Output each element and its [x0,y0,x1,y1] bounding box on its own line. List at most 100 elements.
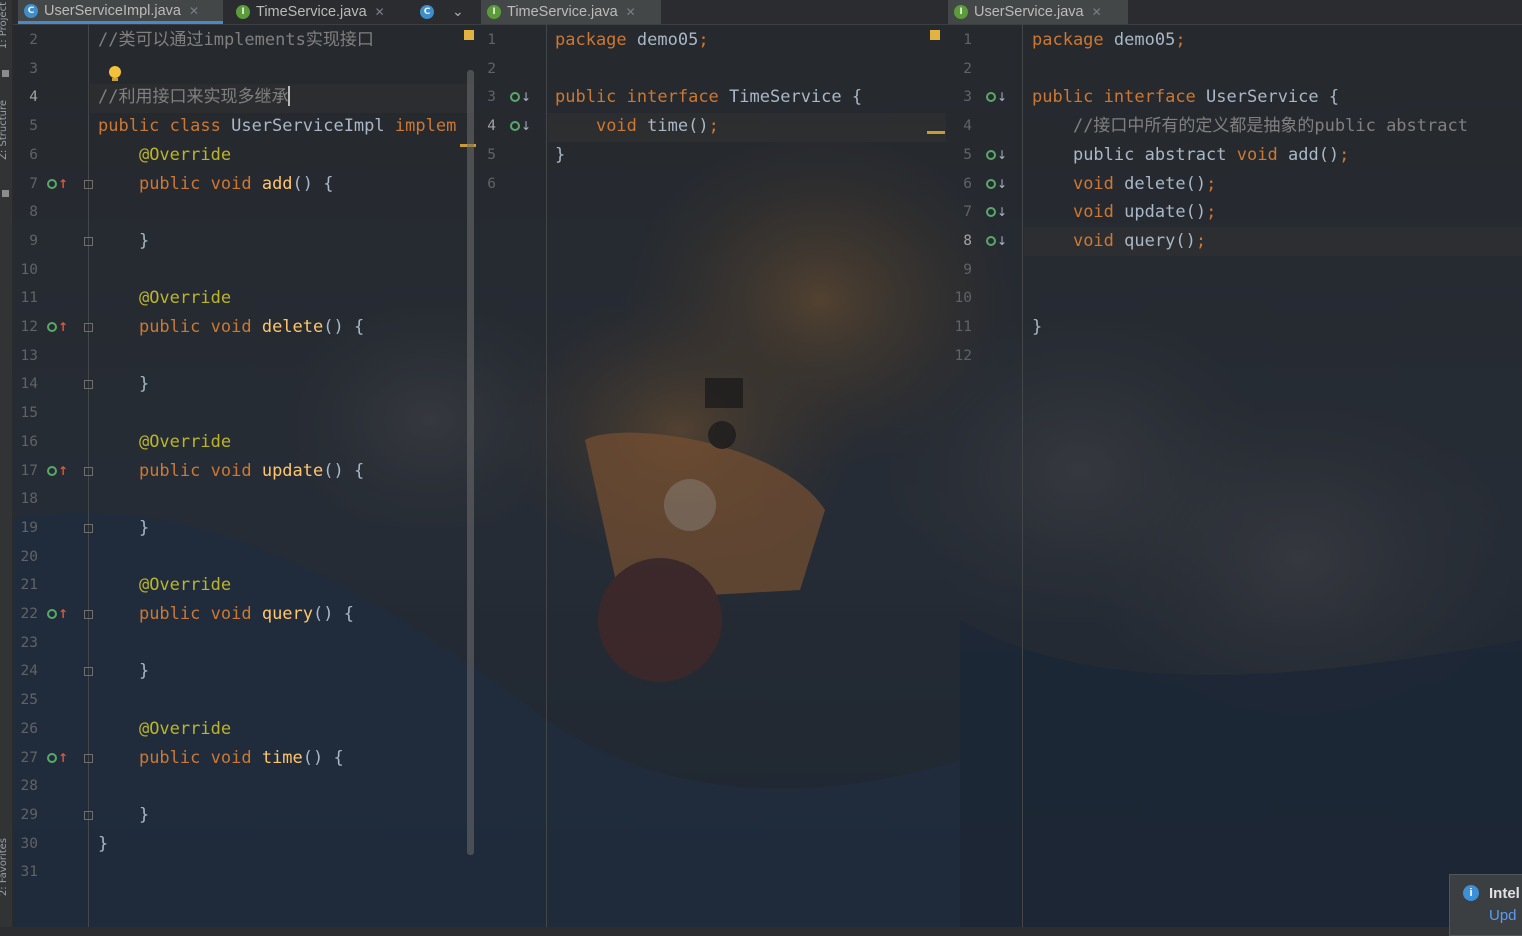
code-line[interactable]: 6 [479,170,946,199]
code-line[interactable]: 8 ↓ void query(); [946,227,1522,256]
code-line[interactable]: 2 //类可以通过implements实现接口 [12,26,479,55]
code-text[interactable]: } [1032,313,1042,342]
code-text[interactable]: //利用接口来实现多继承 [98,83,291,112]
line-number[interactable]: 18 [12,485,38,514]
line-number[interactable]: 25 [12,686,38,715]
code-line[interactable]: 29 } [12,801,479,830]
warning-marker[interactable] [930,30,940,40]
line-number[interactable]: 10 [946,284,972,313]
code-text[interactable]: //接口中所有的定义都是抽象的public abstract [1032,112,1468,141]
tab-userservice[interactable]: I UserService.java ✕ [948,0,1128,24]
code-text[interactable]: } [98,801,149,830]
code-line[interactable]: 5 ↓ public abstract void add(); [946,141,1522,170]
implemented-by-icon[interactable]: ↓ [986,227,1007,256]
code-line[interactable]: 28 [12,772,479,801]
code-line[interactable]: 14 } [12,370,479,399]
implements-method-icon[interactable]: ↑ [47,744,68,773]
implemented-by-icon[interactable]: ↓ [986,170,1007,199]
project-tool-icon[interactable] [2,70,9,77]
line-number[interactable]: 12 [12,313,38,342]
line-number[interactable]: 24 [12,657,38,686]
line-number[interactable]: 20 [12,543,38,572]
line-number[interactable]: 11 [12,284,38,313]
code-line[interactable]: 6 ↓ void delete(); [946,170,1522,199]
implemented-by-icon[interactable]: ↓ [510,83,531,112]
code-line[interactable]: 16 @Override [12,428,479,457]
code-line[interactable]: 21 @Override [12,571,479,600]
line-number[interactable]: 5 [946,141,972,170]
code-text[interactable]: @Override [98,715,231,744]
line-number[interactable]: 26 [12,715,38,744]
code-text[interactable]: } [98,657,149,686]
fold-end-icon[interactable] [84,236,93,246]
line-number[interactable]: 7 [12,170,38,199]
code-text[interactable]: public void query() { [98,600,354,629]
tab-overflow-class[interactable]: C [420,0,442,24]
implements-method-icon[interactable]: ↑ [47,170,68,199]
code-text[interactable]: package demo05; [555,26,709,55]
close-icon[interactable]: ✕ [189,4,199,18]
code-text[interactable]: public void delete() { [98,313,364,342]
structure-tool-icon[interactable] [2,190,9,197]
line-number[interactable]: 2 [12,26,38,55]
line-number[interactable]: 29 [12,801,38,830]
line-number[interactable]: 1 [946,26,972,55]
fold-icon[interactable] [84,179,93,189]
code-line[interactable]: 18 [12,485,479,514]
code-text[interactable]: void delete(); [1032,170,1216,199]
fold-end-icon[interactable] [84,523,93,533]
notification-link[interactable]: Upd [1489,907,1517,924]
code-text[interactable]: } [98,830,108,859]
fold-end-icon[interactable] [84,667,93,677]
implements-method-icon[interactable]: ↑ [47,457,68,486]
tab-timeservice[interactable]: I TimeService.java ✕ [230,0,410,24]
code-line[interactable]: 25 [12,686,479,715]
code-text[interactable]: } [555,141,565,170]
line-number[interactable]: 13 [12,342,38,371]
code-line[interactable]: 6 @Override [12,141,479,170]
code-line[interactable]: 3 [12,55,479,84]
line-number[interactable]: 12 [946,342,972,371]
code-text[interactable]: @Override [98,141,231,170]
code-line[interactable]: 31 [12,858,479,887]
code-text[interactable]: void query(); [1032,227,1206,256]
code-line[interactable]: 8 [12,198,479,227]
code-line[interactable]: 2 [479,55,946,84]
code-text[interactable]: } [98,514,149,543]
code-line[interactable]: 11 @Override [12,284,479,313]
line-number[interactable]: 5 [12,112,38,141]
code-line[interactable]: 1 package demo05; [946,26,1522,55]
code-line[interactable]: 12 [946,342,1522,371]
code-text[interactable]: public abstract void add(); [1032,141,1349,170]
line-number[interactable]: 2 [470,55,496,84]
code-line[interactable]: 23 [12,629,479,658]
code-text[interactable]: package demo05; [1032,26,1186,55]
code-line[interactable]: 4 //利用接口来实现多继承 [12,83,479,112]
line-number[interactable]: 21 [12,571,38,600]
line-number[interactable]: 19 [12,514,38,543]
line-number[interactable]: 10 [12,256,38,285]
line-number[interactable]: 3 [12,55,38,84]
implemented-by-icon[interactable]: ↓ [986,141,1007,170]
code-line[interactable]: 15 [12,399,479,428]
line-number[interactable]: 14 [12,370,38,399]
line-number[interactable]: 1 [470,26,496,55]
line-number[interactable]: 8 [12,198,38,227]
code-line[interactable]: 22 ↑ public void query() { [12,600,479,629]
fold-end-icon[interactable] [84,380,93,390]
fold-end-icon[interactable] [84,810,93,820]
line-number[interactable]: 4 [946,112,972,141]
line-number[interactable]: 2 [946,55,972,84]
code-text[interactable]: public interface UserService { [1032,83,1339,112]
line-number[interactable]: 15 [12,399,38,428]
code-line[interactable]: 24 } [12,657,479,686]
close-icon[interactable]: ✕ [375,5,385,19]
line-number[interactable]: 6 [946,170,972,199]
line-number[interactable]: 16 [12,428,38,457]
code-text[interactable]: @Override [98,284,231,313]
favorites-tool-label[interactable]: 2: Favorites [0,838,9,896]
fold-icon[interactable] [84,610,93,619]
code-line[interactable]: 4 //接口中所有的定义都是抽象的public abstract [946,112,1522,141]
code-text[interactable]: public void time() { [98,744,344,773]
line-number[interactable]: 4 [470,112,496,141]
